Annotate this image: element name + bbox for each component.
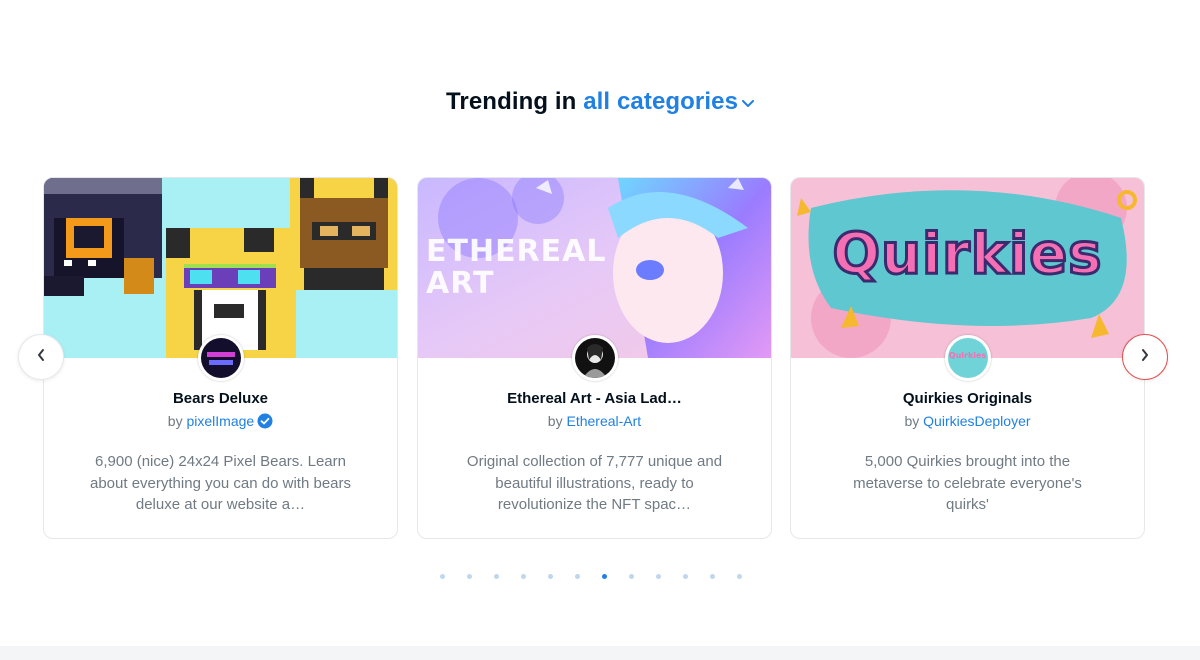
collection-creator-line: by Ethereal-Art bbox=[418, 413, 771, 429]
collection-title: Quirkies Originals bbox=[902, 390, 1033, 407]
carousel-dot[interactable] bbox=[602, 574, 607, 579]
footer-band bbox=[0, 646, 1200, 660]
carousel-dot[interactable] bbox=[737, 574, 742, 579]
chevron-left-icon bbox=[36, 348, 46, 367]
collection-title: Bears Deluxe bbox=[172, 390, 269, 407]
heading-prefix: Trending in bbox=[445, 88, 577, 115]
carousel-next-button[interactable] bbox=[1122, 334, 1168, 380]
collection-card-quirkies[interactable]: Quirkies Quirkies Quirkies Originals by … bbox=[790, 177, 1145, 539]
banner-text-line2: ART bbox=[426, 266, 495, 301]
collection-card-ethereal-art[interactable]: ETHEREAL ART Ethereal Art - Asia Lad… by… bbox=[417, 177, 772, 539]
carousel-dot[interactable] bbox=[710, 574, 715, 579]
collection-creator-line: by pixelImage bbox=[44, 413, 397, 432]
collection-card-bears-deluxe[interactable]: Bears Deluxe by pixelImage 6,900 (nice) … bbox=[43, 177, 398, 539]
carousel-dot[interactable] bbox=[683, 574, 688, 579]
by-label: by bbox=[547, 413, 563, 429]
category-dropdown[interactable]: all categories bbox=[583, 87, 755, 115]
carousel-dot[interactable] bbox=[521, 574, 526, 579]
carousel-dot[interactable] bbox=[548, 574, 553, 579]
creator-link[interactable]: Ethereal-Art bbox=[566, 413, 641, 429]
collection-avatar: Quirkies bbox=[944, 335, 991, 381]
verified-badge-icon bbox=[257, 413, 273, 432]
carousel-prev-button[interactable] bbox=[18, 334, 64, 380]
creator-link[interactable]: pixelImage bbox=[186, 413, 254, 429]
carousel-dot[interactable] bbox=[575, 574, 580, 579]
collection-description: Original collection of 7,777 unique and … bbox=[466, 453, 723, 513]
carousel-dot[interactable] bbox=[467, 574, 472, 579]
collection-description: 5,000 Quirkies brought into the metavers… bbox=[853, 453, 1082, 513]
collection-title: Ethereal Art - Asia Lad… bbox=[507, 390, 682, 407]
chevron-down-icon bbox=[742, 87, 755, 115]
carousel-dot[interactable] bbox=[494, 574, 499, 579]
banner-text-line1: ETHEREAL bbox=[426, 234, 607, 269]
collection-creator-line: by QuirkiesDeployer bbox=[791, 413, 1144, 429]
collection-banner bbox=[44, 178, 397, 358]
chevron-right-icon bbox=[1140, 348, 1150, 367]
collection-avatar bbox=[571, 335, 618, 381]
section-heading: Trending in all categories bbox=[0, 88, 1200, 116]
carousel-dot[interactable] bbox=[656, 574, 661, 579]
creator-link[interactable]: QuirkiesDeployer bbox=[923, 413, 1030, 429]
avatar-text: Quirkies bbox=[948, 351, 987, 360]
by-label: by bbox=[904, 413, 920, 429]
collection-description: 6,900 (nice) 24x24 Pixel Bears. Learn ab… bbox=[90, 453, 351, 513]
collection-banner: ETHEREAL ART bbox=[418, 178, 771, 358]
category-label: all categories bbox=[583, 88, 739, 115]
collection-avatar bbox=[197, 335, 244, 381]
collection-banner: Quirkies bbox=[791, 178, 1144, 358]
carousel-pagination bbox=[440, 574, 764, 579]
by-label: by bbox=[167, 413, 183, 429]
banner-text: Quirkies bbox=[831, 221, 1103, 289]
carousel-dot[interactable] bbox=[629, 574, 634, 579]
carousel-dot[interactable] bbox=[440, 574, 445, 579]
